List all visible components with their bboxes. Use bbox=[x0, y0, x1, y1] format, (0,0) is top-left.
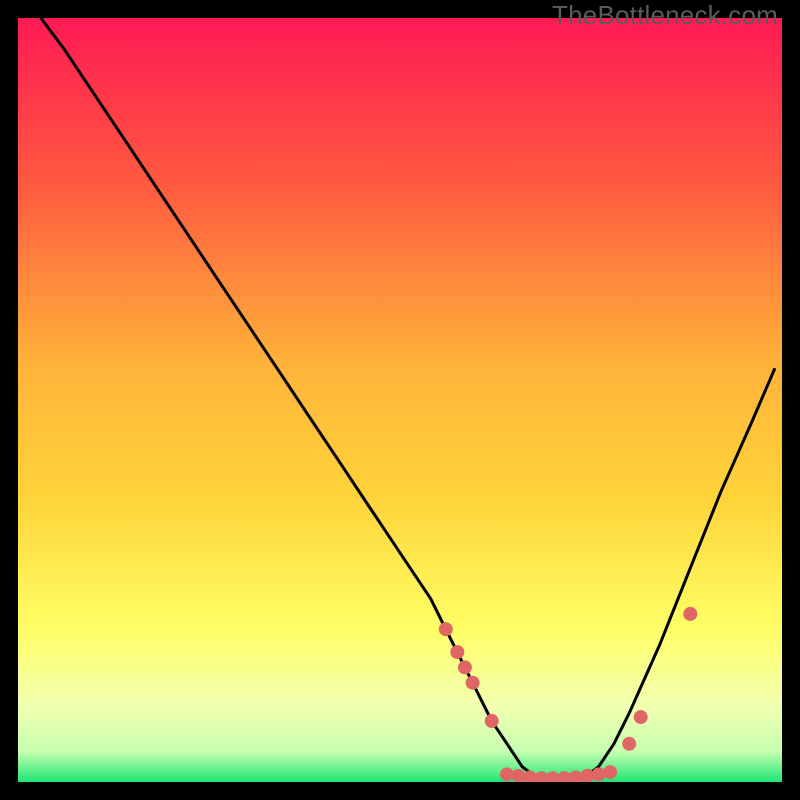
data-marker bbox=[466, 676, 480, 690]
data-marker bbox=[458, 660, 472, 674]
data-marker bbox=[603, 765, 617, 779]
watermark-text: TheBottleneck.com bbox=[552, 0, 778, 31]
data-marker bbox=[622, 737, 636, 751]
plot-area bbox=[18, 18, 782, 782]
chart-frame bbox=[18, 18, 782, 782]
data-marker bbox=[683, 607, 697, 621]
data-marker bbox=[485, 714, 499, 728]
data-marker bbox=[634, 710, 648, 724]
data-marker bbox=[450, 645, 464, 659]
data-marker bbox=[439, 622, 453, 636]
gradient-bg bbox=[18, 18, 782, 782]
